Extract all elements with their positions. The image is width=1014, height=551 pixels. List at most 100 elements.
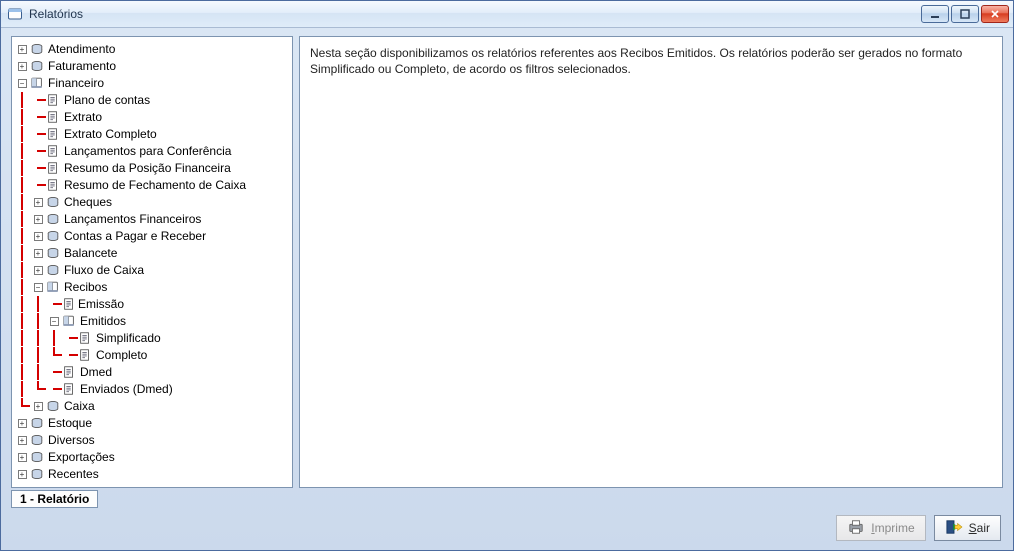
expand-icon[interactable]: + — [34, 215, 43, 224]
window: Relatórios + Atendimento + Faturamento − Fi… — [0, 0, 1014, 551]
doc-icon — [78, 348, 92, 362]
tree-item-cheques[interactable]: + Cheques — [14, 194, 290, 210]
tree-label: Exportações — [46, 450, 115, 464]
stack-icon — [30, 433, 44, 447]
stack-icon — [30, 450, 44, 464]
stack-icon — [46, 229, 60, 243]
tree-item-dmed[interactable]: Dmed — [14, 364, 290, 380]
book-icon — [62, 314, 76, 328]
expand-icon[interactable]: + — [18, 45, 27, 54]
collapse-icon[interactable]: − — [34, 283, 43, 292]
tree-item-simplificado[interactable]: Simplificado — [14, 330, 290, 346]
tree-item-emissao[interactable]: Emissão — [14, 296, 290, 312]
exit-label: Sair — [969, 521, 990, 535]
tree-label: Faturamento — [46, 59, 116, 73]
doc-icon — [46, 93, 60, 107]
tree-item-caixa[interactable]: + Caixa — [14, 398, 290, 414]
tree-label: Lançamentos Financeiros — [62, 212, 201, 226]
print-label: Imprime — [871, 521, 914, 535]
expand-icon[interactable]: + — [34, 232, 43, 241]
tree-label: Plano de contas — [62, 93, 150, 107]
book-icon — [46, 280, 60, 294]
tree-label: Resumo da Posição Financeira — [62, 161, 231, 175]
doc-icon — [46, 110, 60, 124]
tree-item-atendimento[interactable]: + Atendimento — [14, 41, 290, 57]
tab-relatorio[interactable]: 1 - Relatório — [11, 490, 98, 508]
tree-item-extrato-completo[interactable]: Extrato Completo — [14, 126, 290, 142]
stack-icon — [30, 59, 44, 73]
description-text: Nesta seção disponibilizamos os relatóri… — [310, 46, 962, 76]
tree-label: Fluxo de Caixa — [62, 263, 144, 277]
tree-item-faturamento[interactable]: + Faturamento — [14, 58, 290, 74]
window-controls — [921, 5, 1009, 23]
expand-icon[interactable]: + — [18, 436, 27, 445]
close-button[interactable] — [981, 5, 1009, 23]
stack-icon — [46, 399, 60, 413]
stack-icon — [46, 195, 60, 209]
book-icon — [30, 76, 44, 90]
collapse-icon[interactable]: − — [18, 79, 27, 88]
tree-item-lancamentos-conferencia[interactable]: Lançamentos para Conferência — [14, 143, 290, 159]
expand-icon[interactable]: + — [34, 402, 43, 411]
tree-label: Financeiro — [46, 76, 104, 90]
tree-item-extrato[interactable]: Extrato — [14, 109, 290, 125]
expand-icon[interactable]: + — [34, 266, 43, 275]
stack-icon — [30, 467, 44, 481]
tree-label: Extrato Completo — [62, 127, 157, 141]
stack-icon — [30, 416, 44, 430]
tree-label: Cheques — [62, 195, 112, 209]
doc-icon — [46, 161, 60, 175]
action-bar: Imprime Sair — [11, 510, 1003, 542]
doc-icon — [46, 144, 60, 158]
tree-item-enviados-dmed[interactable]: Enviados (Dmed) — [14, 381, 290, 397]
tree-label: Caixa — [62, 399, 95, 413]
tab-bar: 1 - Relatório — [11, 490, 1003, 510]
tree-item-completo[interactable]: Completo — [14, 347, 290, 363]
tree-panel[interactable]: + Atendimento + Faturamento − Financeiro Pl… — [11, 36, 293, 488]
tree-label: Contas a Pagar e Receber — [62, 229, 206, 243]
tree-item-lancamentos-financeiros[interactable]: + Lançamentos Financeiros — [14, 211, 290, 227]
expand-icon[interactable]: + — [34, 249, 43, 258]
tree-item-fluxo-caixa[interactable]: + Fluxo de Caixa — [14, 262, 290, 278]
doc-icon — [46, 178, 60, 192]
exit-button[interactable]: Sair — [934, 515, 1001, 541]
tree-item-exportacoes[interactable]: + Exportações — [14, 449, 290, 465]
tree-label: Enviados (Dmed) — [78, 382, 173, 396]
tree-item-resumo-posicao[interactable]: Resumo da Posição Financeira — [14, 160, 290, 176]
stack-icon — [46, 246, 60, 260]
tree-label: Dmed — [78, 365, 112, 379]
minimize-button[interactable] — [921, 5, 949, 23]
tree-item-resumo-fechamento[interactable]: Resumo de Fechamento de Caixa — [14, 177, 290, 193]
tree-item-diversos[interactable]: + Diversos — [14, 432, 290, 448]
tree-label: Extrato — [62, 110, 102, 124]
collapse-icon[interactable]: − — [50, 317, 59, 326]
tree-label: Lançamentos para Conferência — [62, 144, 231, 158]
expand-icon[interactable]: + — [18, 419, 27, 428]
expand-icon[interactable]: + — [34, 198, 43, 207]
doc-icon — [62, 382, 76, 396]
tree-item-recibos[interactable]: −Recibos — [14, 279, 290, 295]
doc-icon — [78, 331, 92, 345]
stack-icon — [30, 42, 44, 56]
print-button[interactable]: Imprime — [836, 515, 925, 541]
tree-item-contas-pagar-receber[interactable]: + Contas a Pagar e Receber — [14, 228, 290, 244]
tree-item-estoque[interactable]: +Estoque — [14, 415, 290, 431]
tree-label: Recentes — [46, 467, 99, 481]
titlebar[interactable]: Relatórios — [1, 1, 1013, 28]
stack-icon — [46, 263, 60, 277]
tree-item-recentes[interactable]: + Recentes — [14, 466, 290, 482]
tree-item-emitidos[interactable]: −Emitidos — [14, 313, 290, 329]
tree-label: Diversos — [46, 433, 95, 447]
expand-icon[interactable]: + — [18, 453, 27, 462]
tree-item-financeiro[interactable]: − Financeiro — [14, 75, 290, 91]
maximize-button[interactable] — [951, 5, 979, 23]
tree-label: Balancete — [62, 246, 117, 260]
tree-item-balancete[interactable]: + Balancete — [14, 245, 290, 261]
tree-item-plano-de-contas[interactable]: Plano de contas — [14, 92, 290, 108]
expand-icon[interactable]: + — [18, 62, 27, 71]
tree-label: Emissão — [78, 297, 124, 311]
expand-icon[interactable]: + — [18, 470, 27, 479]
doc-icon — [62, 297, 76, 311]
printer-icon — [847, 519, 865, 538]
tree-label: Atendimento — [46, 42, 115, 56]
